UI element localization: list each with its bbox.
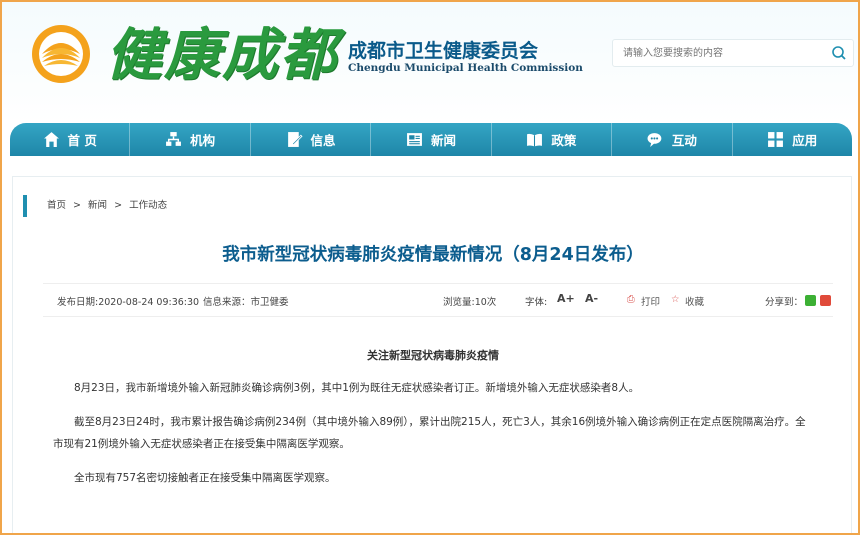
article-subheading: 关注新型冠状病毒肺炎疫情 bbox=[367, 349, 499, 362]
nav-item-org[interactable]: 机构 bbox=[130, 123, 251, 156]
breadcrumb-home[interactable]: 首页 bbox=[47, 200, 66, 211]
wechat-share-icon[interactable] bbox=[805, 295, 816, 306]
font-decrease-button[interactable]: A- bbox=[585, 292, 598, 305]
news-icon bbox=[407, 133, 422, 146]
breadcrumb-separator: > bbox=[73, 200, 82, 211]
favorite-button[interactable]: 收藏 bbox=[685, 294, 704, 308]
star-icon[interactable]: ☆ bbox=[671, 294, 680, 305]
share-label: 分享到： bbox=[765, 297, 804, 308]
info-source: 信息来源：市卫健委 bbox=[203, 297, 289, 308]
grid-icon bbox=[768, 132, 784, 147]
home-icon bbox=[43, 132, 59, 147]
org-name-cn: 成都市卫生健康委员会 bbox=[348, 40, 539, 62]
org-name-en: Chengdu Municipal Health Commission bbox=[348, 62, 583, 74]
search-box bbox=[612, 39, 854, 67]
view-count: 浏览量:10次 bbox=[443, 297, 497, 308]
search-input[interactable] bbox=[613, 40, 823, 66]
weibo-share-icon[interactable] bbox=[820, 295, 831, 306]
breadcrumb: 首页 > 新闻 > 工作动态 bbox=[23, 195, 323, 217]
site-header: 健康成都 成都市卫生健康委员会 Chengdu Municipal Health… bbox=[2, 2, 858, 120]
nav-item-interact[interactable]: 互动 bbox=[612, 123, 733, 156]
nav-label-org: 机构 bbox=[190, 133, 216, 148]
main-nav: 首 页 机构 信息 新闻 政策 互动 应用 bbox=[2, 123, 852, 156]
article-paragraph: 8月23日，我市新增境外输入新冠肺炎确诊病例3例，其中1例为既往无症状感染者订正… bbox=[74, 382, 640, 394]
breadcrumb-current[interactable]: 工作动态 bbox=[129, 200, 167, 211]
nav-label-home: 首 页 bbox=[67, 133, 97, 148]
article-paragraph: 截至8月23日24时，我市累计报告确诊病例234例（其中境外输入89例），累计出… bbox=[53, 416, 806, 450]
nav-label-news: 新闻 bbox=[430, 133, 456, 148]
font-size-label: 字体: bbox=[525, 297, 548, 308]
site-logo-text[interactable]: 健康成都 bbox=[106, 10, 338, 91]
article-meta-bar: 发布日期:2020-08-24 09:36:30 信息来源：市卫健委 浏览量:1… bbox=[43, 283, 833, 317]
chat-icon bbox=[647, 133, 662, 147]
nav-label-apps: 应用 bbox=[792, 133, 818, 148]
nav-label-info: 信息 bbox=[310, 133, 336, 148]
edit-icon bbox=[287, 132, 303, 147]
font-increase-button[interactable]: A+ bbox=[557, 292, 575, 305]
article-card: 首页 > 新闻 > 工作动态 我市新型冠状病毒肺炎疫情最新情况（8月24日发布）… bbox=[12, 176, 852, 533]
org-icon bbox=[166, 132, 182, 146]
article-body: 关注新型冠状病毒肺炎疫情 8月23日，我市新增境外输入新冠肺炎确诊病例3例，其中… bbox=[53, 345, 813, 501]
page-frame: 健康成都 成都市卫生健康委员会 Chengdu Municipal Health… bbox=[0, 0, 860, 535]
article-title: 我市新型冠状病毒肺炎疫情最新情况（8月24日发布） bbox=[222, 245, 644, 265]
print-button[interactable]: 打印 bbox=[641, 294, 660, 308]
nav-item-home[interactable]: 首 页 bbox=[10, 123, 131, 156]
nav-item-apps[interactable]: 应用 bbox=[733, 123, 852, 156]
nav-item-news[interactable]: 新闻 bbox=[371, 123, 492, 156]
article-paragraph: 全市现有757名密切接触者正在接受集中隔离医学观察。 bbox=[74, 472, 336, 484]
nav-label-policy: 政策 bbox=[551, 133, 577, 148]
book-icon bbox=[527, 133, 543, 147]
printer-icon[interactable]: ⎙ bbox=[627, 294, 635, 305]
nav-item-policy[interactable]: 政策 bbox=[492, 123, 613, 156]
sun-logo-icon[interactable] bbox=[28, 24, 94, 84]
breadcrumb-news[interactable]: 新闻 bbox=[88, 200, 107, 211]
breadcrumb-separator: > bbox=[114, 200, 123, 211]
publish-date: 发布日期:2020-08-24 09:36:30 bbox=[57, 297, 200, 308]
search-icon[interactable] bbox=[831, 45, 847, 61]
nav-label-interact: 互动 bbox=[671, 133, 697, 148]
nav-item-info[interactable]: 信息 bbox=[251, 123, 372, 156]
